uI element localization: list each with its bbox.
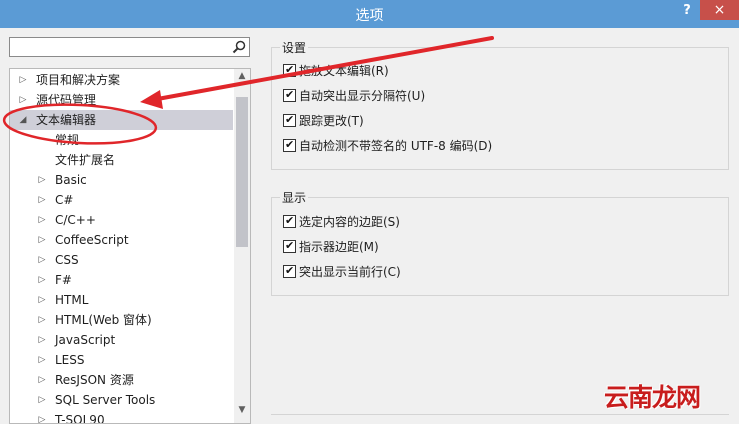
tree-item[interactable]: ▷ ResJSON 资源: [10, 370, 233, 390]
tree-item[interactable]: ▷ T-SQL90: [10, 410, 233, 424]
checkmark-icon: ✔: [285, 239, 295, 252]
expand-icon[interactable]: ▷: [37, 210, 47, 230]
title-bar: 选项 ? ×: [0, 0, 739, 28]
search-input[interactable]: [9, 37, 250, 57]
checkbox[interactable]: ✔: [283, 138, 296, 152]
tree-item-label: SQL Server Tools: [55, 393, 156, 407]
checkbox[interactable]: ✔: [283, 88, 296, 102]
tree-item-label: 文件扩展名: [55, 153, 116, 167]
tree-item-label: 源代码管理: [36, 93, 97, 107]
tree-item[interactable]: ▷ SQL Server Tools: [10, 390, 233, 410]
help-button[interactable]: ?: [678, 2, 696, 20]
window-title: 选项: [355, 8, 384, 24]
scroll-thumb[interactable]: [236, 97, 248, 247]
tree-item-label: CSS: [55, 253, 79, 267]
tree-item[interactable]: ▷ 项目和解决方案: [10, 70, 233, 90]
tree-item-label: CoffeeScript: [55, 233, 129, 247]
tree-item[interactable]: ▷ JavaScript: [10, 330, 233, 350]
checkbox[interactable]: ✔: [283, 239, 296, 253]
options-tree[interactable]: ▷ 项目和解决方案 ▷ 源代码管理 ◢ 文本编辑器常规文件扩展名 ▷ Basic ▷ C# ▷ C/C…: [9, 68, 251, 424]
display-group-title: 显示: [280, 189, 309, 206]
tree-item[interactable]: ▷ Basic: [10, 170, 233, 190]
tree-item[interactable]: ◢ 文本编辑器: [10, 110, 233, 130]
tree-item-label: 项目和解决方案: [36, 73, 121, 87]
checkmark-icon: ✔: [285, 113, 295, 126]
tree-item-label: 文本编辑器: [36, 113, 97, 127]
expand-icon[interactable]: ▷: [37, 370, 47, 390]
tree-item-label: LESS: [55, 353, 85, 367]
tree-scrollbar[interactable]: ▲ ▼: [234, 69, 250, 423]
checkmark-icon: ✔: [285, 214, 295, 227]
scroll-down-icon[interactable]: ▼: [234, 405, 250, 419]
checkmark-icon: ✔: [285, 264, 295, 277]
option-label: 自动突出显示分隔符(U): [299, 89, 426, 103]
tree-item[interactable]: ▷ HTML(Web 窗体): [10, 310, 233, 330]
close-button[interactable]: ×: [700, 0, 739, 20]
option-label: 选定内容的边距(S): [299, 215, 400, 229]
tree-item[interactable]: ▷ F#: [10, 270, 233, 290]
tree-item[interactable]: ▷ C/C++: [10, 210, 233, 230]
expand-icon[interactable]: ▷: [18, 70, 28, 90]
checkmark-icon: ✔: [285, 63, 295, 76]
collapse-icon[interactable]: ◢: [18, 110, 28, 130]
checkmark-icon: ✔: [285, 138, 295, 151]
expand-icon[interactable]: ▷: [37, 350, 47, 370]
tree-item-label: C/C++: [55, 213, 96, 227]
option-label: 突出显示当前行(C): [299, 265, 401, 279]
checkbox[interactable]: ✔: [283, 63, 296, 77]
tree-item-label: Basic: [55, 173, 87, 187]
scroll-up-icon[interactable]: ▲: [234, 71, 250, 85]
tree-item[interactable]: ▷ CSS: [10, 250, 233, 270]
checkbox[interactable]: ✔: [283, 214, 296, 228]
tree-item-label: ResJSON 资源: [55, 373, 134, 387]
tree-item-label: T-SQL90: [55, 413, 105, 424]
search-icon[interactable]: [232, 40, 246, 54]
watermark: 云南龙网: [604, 383, 701, 412]
expand-icon[interactable]: ▷: [37, 310, 47, 330]
tree-item-label: F#: [55, 273, 72, 287]
expand-icon[interactable]: ▷: [37, 230, 47, 250]
expand-icon[interactable]: ▷: [37, 390, 47, 410]
expand-icon[interactable]: ▷: [37, 270, 47, 290]
option-label: 跟踪更改(T): [299, 114, 364, 128]
tree-item[interactable]: 文件扩展名: [10, 150, 233, 170]
expand-icon[interactable]: ▷: [18, 90, 28, 110]
checkbox[interactable]: ✔: [283, 113, 296, 127]
tree-item[interactable]: ▷ 源代码管理: [10, 90, 233, 110]
tree-item-label: JavaScript: [55, 333, 116, 347]
tree-item-label: 常规: [55, 133, 80, 147]
option-label: 拖放文本编辑(R): [299, 64, 389, 78]
tree-item[interactable]: ▷ HTML: [10, 290, 233, 310]
option-label: 自动检测不带签名的 UTF-8 编码(D): [299, 139, 493, 153]
expand-icon[interactable]: ▷: [37, 250, 47, 270]
tree-item[interactable]: ▷ CoffeeScript: [10, 230, 233, 250]
tree-item[interactable]: 常规: [10, 130, 233, 150]
expand-icon[interactable]: ▷: [37, 190, 47, 210]
option-label: 指示器边距(M): [299, 240, 379, 254]
expand-icon[interactable]: ▷: [37, 330, 47, 350]
tree-item[interactable]: ▷ C#: [10, 190, 233, 210]
expand-icon[interactable]: ▷: [37, 290, 47, 310]
settings-group-title: 设置: [280, 39, 309, 56]
expand-icon[interactable]: ▷: [37, 170, 47, 190]
divider: [271, 414, 729, 415]
tree-item-label: C#: [55, 193, 74, 207]
checkbox[interactable]: ✔: [283, 264, 296, 278]
tree-item[interactable]: ▷ LESS: [10, 350, 233, 370]
tree-item-label: HTML: [55, 293, 89, 307]
checkmark-icon: ✔: [285, 88, 295, 101]
expand-icon[interactable]: ▷: [37, 410, 47, 423]
tree-item-label: HTML(Web 窗体): [55, 313, 152, 327]
